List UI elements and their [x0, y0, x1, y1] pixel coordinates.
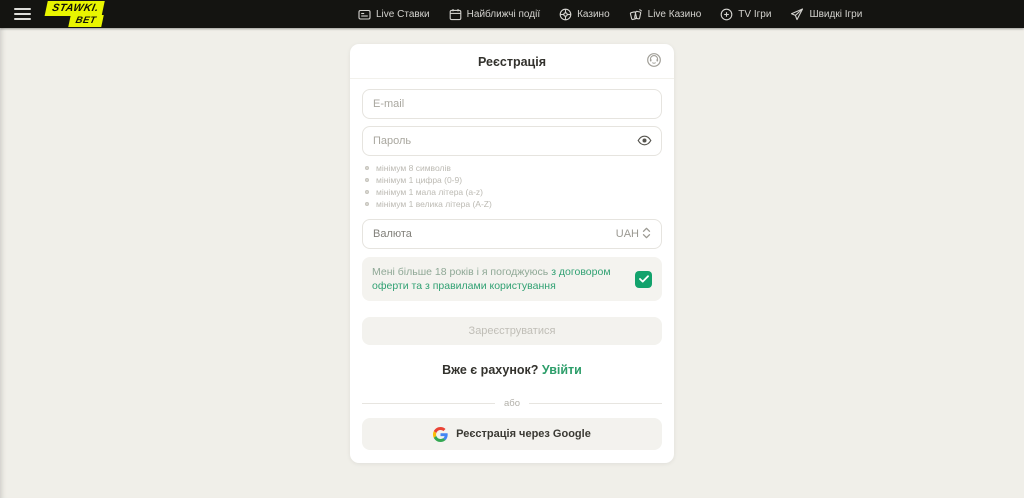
brand-logo-line2: BET — [68, 14, 104, 27]
eye-icon[interactable] — [637, 134, 652, 147]
google-g-icon — [433, 426, 448, 442]
card-header: Реєстрація — [350, 44, 674, 79]
support-icon[interactable] — [646, 52, 662, 73]
nav-item-live-casino[interactable]: Live Казино — [629, 8, 702, 21]
nav-label: Live Ставки — [376, 8, 430, 20]
currency-label: Валюта — [373, 228, 412, 240]
password-requirement: мінімум 8 символів — [365, 162, 662, 174]
brand-logo-line1: STAWKI. — [44, 1, 106, 16]
email-field[interactable] — [362, 89, 662, 119]
terms-of-use-link[interactable]: правилами користування — [433, 280, 556, 292]
terms-panel: Мені більше 18 років і я погоджуюсь з до… — [362, 257, 662, 301]
or-divider: або — [362, 398, 662, 409]
registration-form: мінімум 8 символів мінімум 1 цифра (0-9)… — [350, 79, 674, 450]
nav-item-tv-games[interactable]: TV Ігри — [720, 8, 771, 21]
login-prompt: Вже є рахунок? — [442, 363, 539, 377]
nav-item-upcoming-events[interactable]: Найближчі події — [449, 8, 540, 21]
terms-checkbox[interactable] — [635, 270, 652, 288]
rocket-icon — [790, 7, 804, 21]
bullet-icon — [365, 190, 369, 194]
registration-card: Реєстрація E-mail мінімум 8 символів мін… — [350, 44, 674, 463]
nav-item-quick-games[interactable]: Швидкі Ігри — [790, 7, 863, 21]
bullet-icon — [365, 166, 369, 170]
nav-label: TV Ігри — [738, 8, 772, 20]
terms-text: Мені більше 18 років і я погоджуюсь з до… — [372, 266, 611, 292]
login-prompt-row: Вже є рахунок? Увійти — [362, 363, 662, 377]
nav-item-live-bets[interactable]: Live Ставки — [358, 8, 430, 21]
main-nav: Live Ставки Найближчі події Казино Live … — [358, 0, 862, 28]
chevron-updown-icon — [642, 227, 651, 242]
password-requirements: мінімум 8 символів мінімум 1 цифра (0-9)… — [362, 162, 662, 210]
register-button[interactable]: Зареєструватися — [362, 317, 662, 345]
login-link[interactable]: Увійти — [542, 363, 582, 377]
nav-label: Найближчі події — [466, 8, 541, 20]
top-nav-bar: STAWKI. BET Live Ставки Найближчі події … — [0, 0, 1024, 28]
brand-logo[interactable]: STAWKI. BET — [42, 1, 106, 27]
password-requirement: мінімум 1 велика літера (A-Z) — [365, 198, 662, 210]
or-divider-label: або — [504, 398, 521, 409]
bullet-icon — [365, 178, 369, 182]
currency-select[interactable]: Валюта UAH — [362, 219, 662, 249]
bullet-icon — [365, 202, 369, 206]
google-signup-button[interactable]: Реєстрація через Google — [362, 418, 662, 450]
playing-cards-icon — [629, 8, 643, 21]
hamburger-menu-icon[interactable] — [14, 8, 31, 20]
password-field[interactable] — [362, 126, 662, 156]
tv-games-icon — [720, 8, 733, 21]
page-background: Реєстрація E-mail мінімум 8 символів мін… — [0, 28, 1024, 498]
password-requirement: мінімум 1 мала літера (a-z) — [365, 186, 662, 198]
nav-label: Казино — [577, 8, 610, 20]
nav-item-casino[interactable]: Казино — [559, 8, 610, 21]
currency-value: UAH — [615, 228, 639, 240]
live-bets-icon — [358, 8, 371, 21]
nav-label: Швидкі Ігри — [809, 8, 863, 20]
calendar-icon — [449, 8, 462, 21]
password-requirement: мінімум 1 цифра (0-9) — [365, 174, 662, 186]
google-button-label: Реєстрація через Google — [456, 428, 591, 440]
page-title: Реєстрація — [478, 55, 546, 69]
nav-label: Live Казино — [647, 8, 702, 20]
roulette-icon — [559, 8, 572, 21]
